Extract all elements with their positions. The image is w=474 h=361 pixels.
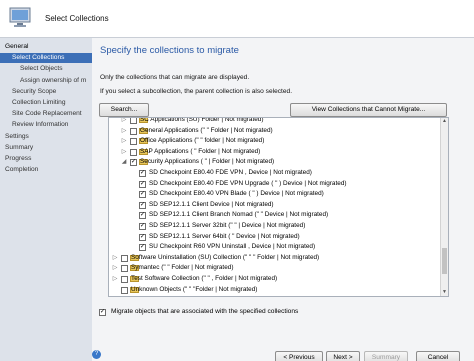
tree-row-label: SD SEP12.1.1 Client Branch Nomad (" " De… xyxy=(149,211,329,219)
tree-row-label: Symantec (" " Folder | Not migrated) xyxy=(131,264,234,272)
nav-item[interactable]: Assign ownership of m xyxy=(0,76,92,86)
scroll-up-icon[interactable]: ▲ xyxy=(441,118,448,125)
tree-row-label: SD SEP12.1.1 Server 32bit (" " | Device … xyxy=(149,222,306,229)
tree-row-label: SD SEP12.1.1 Server 64bit ( " Device | N… xyxy=(149,232,300,240)
tree-row-checkbox[interactable]: ✓ xyxy=(139,233,146,241)
tree-row-label: SD Checkpoint E80.40 FDE VPN , Device | … xyxy=(149,169,312,176)
nav-item[interactable]: Collection Limiting xyxy=(0,98,92,108)
tree-row-checkbox[interactable]: ✓ xyxy=(139,223,146,230)
tree-row-checkbox[interactable] xyxy=(121,286,128,294)
migrate-associated-checkbox[interactable]: ✓ xyxy=(99,309,106,316)
wizard-header: Select Collections xyxy=(0,0,474,38)
tree-row-label: Test Software Collection (" " , Folder |… xyxy=(131,275,278,282)
tree-row-checkbox[interactable]: ✓ xyxy=(139,170,146,177)
tree-row-checkbox[interactable] xyxy=(130,138,137,146)
tree-row-checkbox[interactable] xyxy=(130,148,137,156)
page-title: Specify the collections to migrate xyxy=(100,45,239,56)
tree-row-checkbox[interactable] xyxy=(121,276,128,283)
tree-row[interactable]: ✓ SD Checkpoint E80.40 FDE VPN Upgrade ( … xyxy=(109,179,439,189)
tree-expander-icon[interactable]: ◢ xyxy=(120,157,128,167)
tree-row-label: SD Checkpoint E80.40 FDE VPN Upgrade ( "… xyxy=(149,179,347,187)
nav-item[interactable]: Site Code Replacement xyxy=(0,109,92,119)
next-button[interactable]: Next > xyxy=(326,351,360,361)
tree-expander-icon[interactable]: ▷ xyxy=(120,118,128,125)
tree-row[interactable]: ▷ Office Applications (" " folder | Not m… xyxy=(109,136,439,146)
wizard-title: Select Collections xyxy=(45,14,109,23)
tree-row-label: Unknown Objects (" " "Folder | Not migra… xyxy=(131,285,258,293)
tree-row[interactable]: ▷ General Applications (" " Folder | Not … xyxy=(109,126,439,136)
collections-tree[interactable]: ▷ SC Applications (SU) Folder | Not migra… xyxy=(108,117,449,297)
info-text-displayed: Only the collections that can migrate ar… xyxy=(100,74,250,81)
info-text-subcollection: If you select a subcollection, the paren… xyxy=(100,88,293,95)
tree-row-label: Software Uninstallation (SU) Collection … xyxy=(131,253,320,261)
nav-item[interactable]: Summary xyxy=(0,143,92,153)
tree-row[interactable]: ✓ SD SEP12.1.1 Client Device | Not migrat… xyxy=(109,200,439,210)
tree-row-label: SD Checkpoint E80.40 VPN Blade ( " ) Dev… xyxy=(149,190,324,198)
tree-row[interactable]: ✓ SD SEP12.1.1 Server 32bit (" " | Device… xyxy=(109,221,439,231)
tree-row-checkbox[interactable]: ✓ xyxy=(139,244,146,252)
summary-button[interactable]: Summary xyxy=(364,351,408,361)
tree-row-checkbox[interactable] xyxy=(130,118,137,124)
nav-item[interactable]: Completion xyxy=(0,165,92,175)
help-icon[interactable]: ? xyxy=(92,350,101,359)
view-cannot-migrate-button[interactable]: View Collections that Cannot Migrate... xyxy=(290,103,447,117)
tree-row[interactable]: ▷ SAP Applications ( " Folder | Not migra… xyxy=(109,147,439,157)
nav-item[interactable]: Select Objects xyxy=(0,64,92,74)
migrate-associated-label: Migrate objects that are associated with… xyxy=(111,308,299,315)
tree-row[interactable]: ✓ SD SEP12.1.1 Server 64bit ( " Device | … xyxy=(109,232,439,242)
nav-item[interactable]: Progress xyxy=(0,154,92,164)
cancel-button[interactable]: Cancel xyxy=(416,351,460,361)
collections-tree-rows: ▷ SC Applications (SU) Folder | Not migra… xyxy=(109,118,442,296)
tree-row-checkbox[interactable]: ✓ xyxy=(130,159,137,167)
scroll-down-icon[interactable]: ▼ xyxy=(441,289,448,296)
tree-row-label: SAP Applications ( " Folder | Not migrat… xyxy=(140,147,261,155)
tree-row[interactable]: ◢ ✓ Security Applications ( " | Folder | N… xyxy=(109,157,439,167)
tree-row[interactable]: ▷ Symantec (" " Folder | Not migrated) xyxy=(109,263,439,273)
tree-row-label: Office Applications (" " folder | Not mi… xyxy=(140,137,265,145)
tree-row-checkbox[interactable] xyxy=(121,265,128,273)
previous-button[interactable]: < Previous xyxy=(275,351,323,361)
nav-item[interactable]: Review Information xyxy=(0,120,92,130)
scrollbar-thumb[interactable] xyxy=(442,248,447,275)
tree-row[interactable]: ▷ Software Uninstallation (SU) Collection… xyxy=(109,253,439,263)
nav-item[interactable]: Select Collections xyxy=(0,53,92,64)
tree-row-checkbox[interactable] xyxy=(130,127,137,135)
tree-row-label: Security Applications ( " | Folder | Not… xyxy=(140,158,275,166)
tree-row[interactable]: ✓ SU Checkpoint R60 VPN Uninstall , Devic… xyxy=(109,242,439,252)
tree-row-checkbox[interactable]: ✓ xyxy=(139,191,146,199)
search-button[interactable]: Search... xyxy=(99,103,149,117)
wizard-navigation: General Select Collections Select Objects A… xyxy=(0,38,92,361)
tree-expander-icon[interactable]: ▷ xyxy=(120,126,128,136)
tree-expander-icon[interactable]: ▷ xyxy=(111,263,119,273)
nav-item[interactable]: General xyxy=(0,42,92,52)
tree-vertical-scrollbar[interactable]: ▲ ▼ xyxy=(440,118,448,296)
tree-row[interactable]: ✓ SD Checkpoint E80.40 VPN Blade ( " ) De… xyxy=(109,189,439,199)
tree-row[interactable]: ▷ SC Applications (SU) Folder | Not migra… xyxy=(109,117,439,125)
nav-item[interactable]: Security Scope xyxy=(0,87,92,97)
tree-row-checkbox[interactable]: ✓ xyxy=(139,212,146,220)
tree-expander-icon[interactable]: ▷ xyxy=(120,136,128,146)
tree-row[interactable]: Unknown Objects (" " "Folder | Not migra… xyxy=(109,285,439,295)
tree-row[interactable]: ✓ SD Checkpoint E80.40 FDE VPN , Device |… xyxy=(109,168,439,178)
tree-row-checkbox[interactable]: ✓ xyxy=(139,180,146,188)
tree-row[interactable]: ▷ Test Software Collection (" " , Folder … xyxy=(109,274,439,284)
tree-row-label: SU Checkpoint R60 VPN Uninstall , Device… xyxy=(149,243,316,251)
wizard-computer-icon xyxy=(9,7,31,27)
tree-expander-icon[interactable]: ▷ xyxy=(111,253,119,263)
tree-expander-icon[interactable]: ▷ xyxy=(111,274,119,284)
tree-row-label: General Applications (" " Folder | Not m… xyxy=(140,126,273,134)
tree-row-label: SD SEP12.1.1 Client Device | Not migrate… xyxy=(149,200,274,208)
tree-expander-icon[interactable]: ▷ xyxy=(120,147,128,157)
tree-row-checkbox[interactable]: ✓ xyxy=(139,201,146,209)
tree-row-checkbox[interactable] xyxy=(121,254,128,262)
tree-row[interactable]: ✓ SD SEP12.1.1 Client Branch Nomad (" " D… xyxy=(109,210,439,220)
tree-row-label: SC Applications (SU) Folder | Not migrat… xyxy=(140,117,264,123)
nav-item[interactable]: Settings xyxy=(0,132,92,142)
